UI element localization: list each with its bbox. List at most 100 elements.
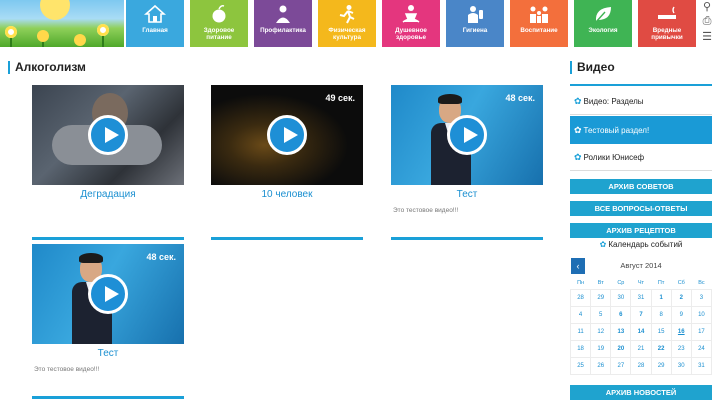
nav-tile-1[interactable]: Здоровое питание <box>190 0 248 47</box>
calendar-day[interactable]: 27 <box>610 356 632 375</box>
calendar-day[interactable]: 31 <box>690 356 713 375</box>
flower-bullet-icon: ✿ <box>574 125 582 135</box>
nav-tile-3[interactable]: Физическая культура <box>318 0 376 47</box>
play-icon[interactable] <box>88 115 128 155</box>
calendar-day[interactable]: 14 <box>630 322 652 341</box>
sun-graphic <box>40 0 70 20</box>
video-thumbnail[interactable]: 48 сек. <box>32 244 184 344</box>
calendar-day[interactable]: 21 <box>630 339 652 358</box>
video-title[interactable]: Тест <box>32 348 184 360</box>
calendar-day[interactable]: 23 <box>670 339 692 358</box>
nav-tile-2[interactable]: Профилактика <box>254 0 312 47</box>
calendar-title: ✿ Календарь событий <box>599 240 683 249</box>
calendar-day[interactable]: 28 <box>630 356 652 375</box>
weekday-label: Ср <box>617 280 625 287</box>
nav-tile-label: Воспитание <box>520 27 558 34</box>
sidebar-item-sections[interactable]: ✿ Видео: Разделы <box>570 89 712 113</box>
nav-tile-label: Душевное здоровье <box>395 27 427 41</box>
video-thumbnail[interactable] <box>32 85 184 185</box>
weekday-label: Пт <box>657 280 665 287</box>
nav-tile-7[interactable]: Экология <box>574 0 632 47</box>
calendar-day[interactable]: 29 <box>650 356 672 375</box>
calendar-day[interactable]: 19 <box>590 339 612 358</box>
sitemap-icon[interactable]: ☰ <box>698 30 716 45</box>
sidebar-item-unicef[interactable]: ✿ Ролики Юнисеф <box>570 145 712 169</box>
site-banner[interactable] <box>0 0 124 47</box>
calendar-grid: Пн Вт Ср Чт Пт Сб Вс 28 29 30 31 1 2 3 4 5 6 7 8 9 10 11 12 13 1… <box>569 278 713 375</box>
calendar-day[interactable]: 9 <box>670 305 692 324</box>
video-card[interactable]: Деградация <box>32 85 184 245</box>
video-title[interactable]: Деградация <box>32 189 184 201</box>
play-icon[interactable] <box>267 115 307 155</box>
play-icon[interactable] <box>88 274 128 314</box>
calendar-day[interactable]: 4 <box>569 305 592 324</box>
recipes-archive-button[interactable]: АРХИВ РЕЦЕПТОВ <box>570 223 712 238</box>
nav-tile-5[interactable]: Гигиена <box>446 0 504 47</box>
calendar-day[interactable]: 30 <box>670 356 692 375</box>
video-card[interactable]: 49 сек. 10 человек <box>211 85 363 245</box>
divider <box>570 114 712 115</box>
tips-archive-button[interactable]: АРХИВ СОВЕТОВ <box>570 179 712 194</box>
flower-graphic <box>97 24 109 36</box>
calendar-day[interactable]: 11 <box>569 322 592 341</box>
video-card[interactable]: 48 сек. Тест Это тестовое видео!!! <box>32 244 184 404</box>
video-card[interactable]: 48 сек. Тест Это тестовое видео!!! <box>391 85 543 245</box>
calendar-day[interactable]: 2 <box>670 288 692 307</box>
calendar-day[interactable]: 22 <box>650 339 672 358</box>
calendar-day[interactable]: 24 <box>690 339 713 358</box>
tool-icons: ⚲ ⎙ ☰ <box>698 0 716 47</box>
video-description: Это тестовое видео!!! <box>393 207 459 214</box>
calendar-day[interactable]: 12 <box>590 322 612 341</box>
news-archive-button[interactable]: АРХИВ НОВОСТЕЙ <box>570 385 712 400</box>
calendar-day[interactable]: 25 <box>569 356 592 375</box>
video-thumbnail[interactable]: 49 сек. <box>211 85 363 185</box>
video-card-rule <box>391 237 543 240</box>
calendar-day[interactable]: 10 <box>690 305 713 324</box>
nav-tile-6[interactable]: Воспитание <box>510 0 568 47</box>
video-thumbnail[interactable]: 48 сек. <box>391 85 543 185</box>
calendar-day[interactable]: 31 <box>630 288 652 307</box>
video-duration: 48 сек. <box>146 252 176 262</box>
play-icon[interactable] <box>447 115 487 155</box>
calendar-day[interactable]: 30 <box>610 288 632 307</box>
prev-month-button[interactable]: ‹ <box>571 258 585 274</box>
nav-tile-0[interactable]: Главная <box>126 0 184 47</box>
events-calendar: Август 2014 ‹ Пн Вт Ср Чт Пт Сб Вс 28 29 30 31 1 2 3 4… <box>569 258 713 375</box>
calendar-day[interactable]: 5 <box>590 305 612 324</box>
sidebar-item-test-section[interactable]: ✿ Тестовый раздел! <box>570 116 712 144</box>
calendar-day[interactable]: 6 <box>610 305 632 324</box>
doctor-icon <box>254 0 312 27</box>
video-duration: 48 сек. <box>505 93 535 103</box>
weekday-label: Пн <box>577 280 585 287</box>
nav-tile-4[interactable]: Душевное здоровье <box>382 0 440 47</box>
calendar-day[interactable]: 3 <box>690 288 713 307</box>
print-icon[interactable]: ⎙ <box>698 15 716 30</box>
nav-tile-label: Профилактика <box>260 27 306 34</box>
calendar-day[interactable]: 20 <box>610 339 632 358</box>
calendar-day[interactable]: 17 <box>690 322 713 341</box>
divider <box>570 170 712 171</box>
video-title[interactable]: Тест <box>391 189 543 201</box>
calendar-day[interactable]: 29 <box>590 288 612 307</box>
calendar-day[interactable]: 26 <box>590 356 612 375</box>
video-title[interactable]: 10 человек <box>211 189 363 201</box>
nav-tile-label: Гигиена <box>462 27 488 34</box>
weekday-label: Чт <box>637 280 645 287</box>
nav-tile-label: Главная <box>142 27 168 34</box>
leaf-icon <box>574 0 632 27</box>
calendar-day[interactable]: 7 <box>630 305 652 324</box>
calendar-day[interactable]: 8 <box>650 305 672 324</box>
nav-tile-label: Физическая культура <box>328 27 366 41</box>
house-icon <box>126 0 184 27</box>
calendar-day[interactable]: 13 <box>610 322 632 341</box>
nav-tile-8[interactable]: Вредные привычки <box>638 0 696 47</box>
calendar-day[interactable]: 15 <box>650 322 672 341</box>
calendar-day[interactable]: 16 <box>670 322 692 341</box>
calendar-day[interactable]: 28 <box>569 288 592 307</box>
calendar-day[interactable]: 18 <box>569 339 592 358</box>
nav-tile-label: Здоровое питание <box>203 27 235 41</box>
video-card-rule <box>32 396 184 399</box>
all-qa-button[interactable]: ВСЕ ВОПРОСЫ-ОТВЕТЫ <box>570 201 712 216</box>
search-icon[interactable]: ⚲ <box>698 0 716 15</box>
calendar-day[interactable]: 1 <box>650 288 672 307</box>
